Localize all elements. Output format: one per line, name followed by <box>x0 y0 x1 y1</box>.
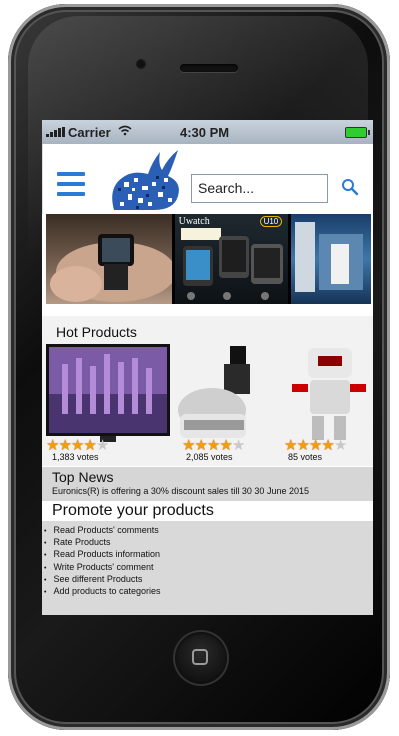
top-news-title: Top News <box>52 469 114 485</box>
carrier-label: Carrier <box>68 124 111 140</box>
list-item[interactable]: Add products to categories <box>44 586 373 598</box>
phone-screen: Carrier 4:30 PM Search... Uwatch U10 Hot… <box>42 120 373 615</box>
votes-juicer: 2,085 votes <box>186 452 233 462</box>
votes-tv: 1,383 votes <box>52 452 99 462</box>
half-star-icon: ★ <box>231 437 245 454</box>
star-icon: ★ <box>321 437 334 454</box>
hot-products-title: Hot Products <box>56 324 137 340</box>
front-camera <box>136 59 146 69</box>
tv-product-image[interactable] <box>46 344 170 444</box>
uwatch-badge: U10 <box>259 216 283 227</box>
qr-rabbit-logo <box>112 150 179 210</box>
list-item[interactable]: Write Products' comment <box>44 562 373 574</box>
uwatch-ad-image: Uwatch U10 <box>174 214 289 304</box>
search-icon[interactable] <box>341 178 359 196</box>
list-item[interactable]: Read Products' comments <box>44 525 373 537</box>
hamburger-menu-icon[interactable] <box>57 172 85 196</box>
list-item[interactable]: Read Products information <box>44 549 373 561</box>
home-square-icon <box>192 649 208 665</box>
promo-banner[interactable]: Uwatch U10 <box>46 214 371 304</box>
list-item[interactable]: Rate Products <box>44 537 373 549</box>
speaker-grille <box>180 64 238 72</box>
status-time: 4:30 PM <box>180 125 230 140</box>
promote-list-section: Read Products' comments Rate Products Re… <box>42 521 373 615</box>
signal-icon <box>46 127 65 137</box>
hot-products-section: Hot Products ★ ★ ★ ★ ★ 1,383 votes ★ ★ ★… <box>42 316 373 466</box>
half-star-icon: ★ <box>333 437 347 454</box>
robot-product-image[interactable] <box>288 344 370 444</box>
uwatch-title: Uwatch <box>178 216 210 227</box>
smartwatch-wrist-image <box>46 214 172 304</box>
promote-list: Read Products' comments Rate Products Re… <box>44 525 373 598</box>
battery-icon <box>345 127 370 138</box>
votes-robot: 85 votes <box>288 452 323 462</box>
top-news-text[interactable]: Euronics(R) is offering a 30% discount s… <box>52 486 309 496</box>
list-item[interactable]: See different Products <box>44 574 373 586</box>
wifi-icon <box>118 125 132 139</box>
status-bar: Carrier 4:30 PM <box>42 120 373 144</box>
promote-title: Promote your products <box>52 502 214 519</box>
juicer-product-image[interactable] <box>174 344 264 444</box>
app-header <box>42 144 373 214</box>
search-input[interactable] <box>196 179 328 197</box>
promote-header: Promote your products <box>42 501 373 521</box>
search-field[interactable] <box>191 174 328 203</box>
top-news-section: Top News Euronics(R) is offering a 30% d… <box>42 467 373 501</box>
music-concert-image <box>291 214 371 304</box>
home-button[interactable] <box>173 630 229 686</box>
